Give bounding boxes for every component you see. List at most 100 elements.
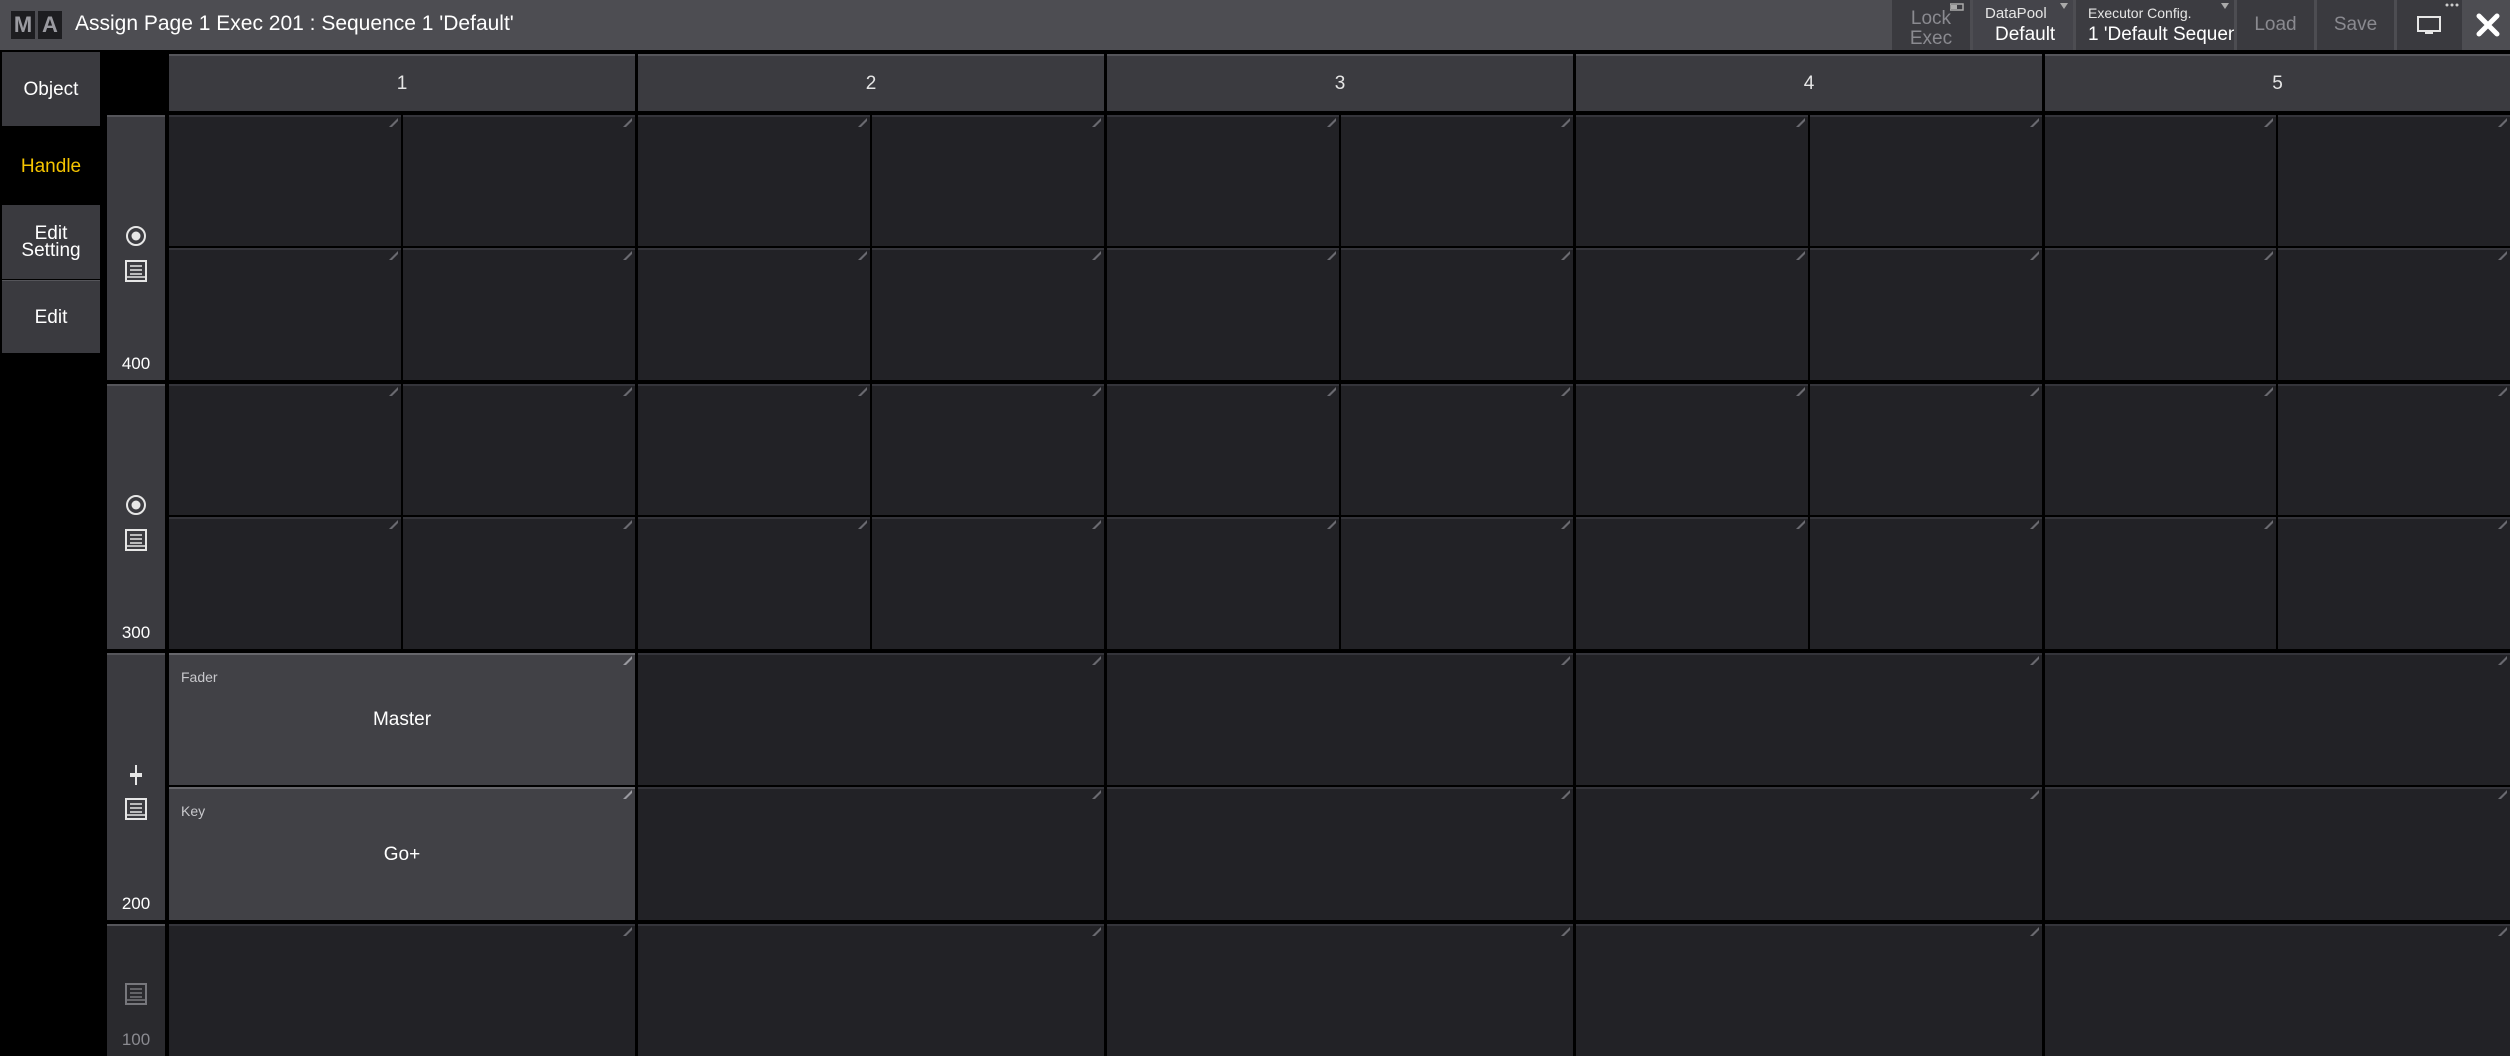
key-cell[interactable]: Key Go+: [169, 787, 635, 920]
dropdown-corner-icon: [2221, 3, 2229, 9]
executor-subcell[interactable]: [1576, 384, 1808, 515]
executor-subcell[interactable]: [1107, 517, 1339, 649]
cell-corner-icon: [623, 520, 632, 529]
column-header-3[interactable]: 3: [1107, 54, 1573, 111]
executor-key-slot[interactable]: [638, 787, 1104, 920]
cell-corner-icon: [1327, 387, 1336, 396]
handle-tab[interactable]: Handle: [2, 129, 100, 203]
executor-config-selector[interactable]: Executor Config. 1 'Default Sequenc: [2076, 0, 2234, 50]
load-button[interactable]: Load: [2237, 0, 2314, 50]
column-header-4[interactable]: 4: [1576, 54, 2042, 111]
executor-subcell[interactable]: [403, 248, 635, 380]
executor-subcell[interactable]: [1576, 115, 1808, 246]
executor-cell[interactable]: [2045, 924, 2510, 1056]
datapool-selector[interactable]: DataPool Default: [1973, 0, 2073, 50]
close-button[interactable]: [2466, 0, 2510, 50]
executor-subcell[interactable]: [638, 115, 870, 246]
executor-subcell[interactable]: [2045, 517, 2276, 649]
cell-corner-icon: [2030, 387, 2039, 396]
executor-fader-slot[interactable]: [1576, 653, 2042, 785]
executor-cell[interactable]: [638, 924, 1104, 1056]
cell-corner-icon: [2498, 656, 2507, 665]
executor-subcell[interactable]: [638, 517, 870, 649]
executor-subcell[interactable]: [2278, 248, 2510, 380]
executor-subcell[interactable]: [403, 384, 635, 515]
executor-key-slot[interactable]: [1576, 787, 2042, 920]
cell-corner-icon: [389, 387, 398, 396]
executor-subcell[interactable]: [169, 384, 401, 515]
executor-key-slot[interactable]: [2045, 787, 2510, 920]
object-tab[interactable]: Object: [2, 52, 100, 126]
executor-subcell[interactable]: [169, 248, 401, 380]
executor-subcell[interactable]: [1576, 248, 1808, 380]
lock-exec-line1: Lock: [1910, 8, 1952, 29]
executor-subcell[interactable]: [2045, 384, 2276, 515]
executor-subcell[interactable]: [1810, 517, 2042, 649]
column-header-2[interactable]: 2: [638, 54, 1104, 111]
more-icon: [2445, 3, 2459, 7]
executor-key-slot[interactable]: [1107, 787, 1573, 920]
executor-subcell[interactable]: [403, 115, 635, 246]
executor-subcell[interactable]: [872, 517, 1104, 649]
cell-corner-icon: [389, 520, 398, 529]
cell-corner-icon: [1561, 520, 1570, 529]
executor-config-value: 1 'Default Sequenc: [2088, 24, 2234, 45]
row-header-100[interactable]: 100: [107, 924, 165, 1056]
title-bar: M A Assign Page 1 Exec 201 : Sequence 1 …: [0, 0, 2510, 50]
fader-cell[interactable]: Fader Master: [169, 653, 635, 785]
cell-corner-icon: [2498, 520, 2507, 529]
row-header-200[interactable]: 200: [107, 653, 165, 920]
executor-subcell[interactable]: [1576, 517, 1808, 649]
cell-corner-icon: [1327, 118, 1336, 127]
close-icon: [2476, 13, 2500, 37]
cell-corner-icon: [1092, 118, 1101, 127]
executor-fader-slot[interactable]: [2045, 653, 2510, 785]
executor-subcell[interactable]: [872, 248, 1104, 380]
edit-setting-tab[interactable]: Edit Setting: [2, 205, 100, 279]
executor-subcell[interactable]: [2278, 115, 2510, 246]
cell-corner-icon: [1092, 520, 1101, 529]
executor-subcell[interactable]: [872, 115, 1104, 246]
executor-subcell[interactable]: [169, 517, 401, 649]
executor-cell[interactable]: [1576, 924, 2042, 1056]
executor-subcell[interactable]: [638, 384, 870, 515]
save-button[interactable]: Save: [2317, 0, 2394, 50]
screen-button[interactable]: [2397, 0, 2462, 50]
executor-subcell[interactable]: [1341, 517, 1573, 649]
dropdown-corner-icon: [2060, 3, 2068, 9]
cell-corner-icon: [858, 387, 867, 396]
executor-subcell[interactable]: [403, 517, 635, 649]
executor-subcell[interactable]: [1810, 384, 2042, 515]
cell-corner-icon: [858, 118, 867, 127]
executor-subcell[interactable]: [872, 384, 1104, 515]
executor-subcell[interactable]: [1810, 248, 2042, 380]
executor-subcell[interactable]: [1341, 115, 1573, 246]
executor-subcell[interactable]: [169, 115, 401, 246]
executor-subcell[interactable]: [1341, 384, 1573, 515]
cell-corner-icon: [2498, 790, 2507, 799]
lock-exec-button[interactable]: Lock Exec: [1892, 0, 1970, 50]
cell-corner-icon: [2498, 387, 2507, 396]
executor-subcell[interactable]: [2045, 115, 2276, 246]
row-header-300[interactable]: 300: [107, 384, 165, 649]
datapool-label: DataPool: [1985, 5, 2047, 22]
executor-subcell[interactable]: [638, 248, 870, 380]
row-header-400[interactable]: 400: [107, 115, 165, 380]
column-header-1[interactable]: 1: [169, 54, 635, 111]
executor-cell[interactable]: [169, 924, 635, 1056]
executor-cell[interactable]: [1107, 924, 1573, 1056]
edit-tab[interactable]: Edit: [2, 280, 100, 353]
executor-subcell[interactable]: [2278, 517, 2510, 649]
executor-fader-slot[interactable]: [638, 653, 1104, 785]
executor-subcell[interactable]: [1107, 248, 1339, 380]
column-header-5[interactable]: 5: [2045, 54, 2510, 111]
cell-corner-icon: [858, 251, 867, 260]
executor-subcell[interactable]: [1107, 384, 1339, 515]
executor-fader-slot[interactable]: [1107, 653, 1573, 785]
executor-subcell[interactable]: [1341, 248, 1573, 380]
window-title: Assign Page 1 Exec 201 : Sequence 1 'Def…: [75, 12, 514, 35]
executor-subcell[interactable]: [1107, 115, 1339, 246]
executor-subcell[interactable]: [1810, 115, 2042, 246]
executor-subcell[interactable]: [2045, 248, 2276, 380]
executor-subcell[interactable]: [2278, 384, 2510, 515]
